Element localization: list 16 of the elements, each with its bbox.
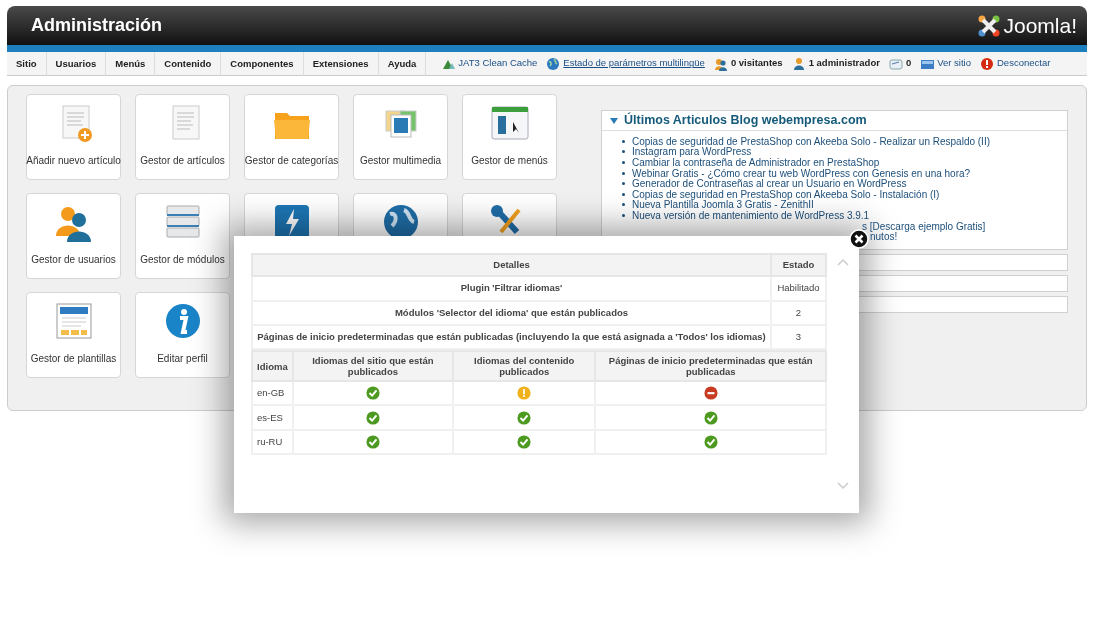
page-title: Administración bbox=[31, 14, 163, 37]
table-cell: 2 bbox=[771, 300, 826, 325]
table-cell: ru-RU bbox=[252, 429, 293, 455]
column-header: Idiomas del contenido publicados bbox=[453, 351, 596, 381]
logo: Joomla! bbox=[977, 9, 1077, 42]
table-cell: Habilitado bbox=[771, 276, 826, 301]
table-cell: Módulos 'Selector del idioma' que están publicados bbox=[252, 300, 771, 325]
column-header: Páginas de inicio predeterminadas que están publicadas bbox=[595, 351, 826, 381]
table-cell: Plugin 'Filtrar idiomas' bbox=[252, 276, 771, 301]
column-header: Detalles bbox=[252, 254, 771, 277]
blog-title: Últimos Articulos Blog webempresa.com bbox=[624, 113, 867, 128]
table-cell: es-ES bbox=[252, 405, 293, 430]
column-header: Estado bbox=[771, 254, 826, 277]
table-cell: en-GB bbox=[252, 381, 293, 406]
column-header: Idiomas del sitio que están publicados bbox=[292, 351, 454, 381]
column-header: Idioma bbox=[252, 351, 293, 381]
